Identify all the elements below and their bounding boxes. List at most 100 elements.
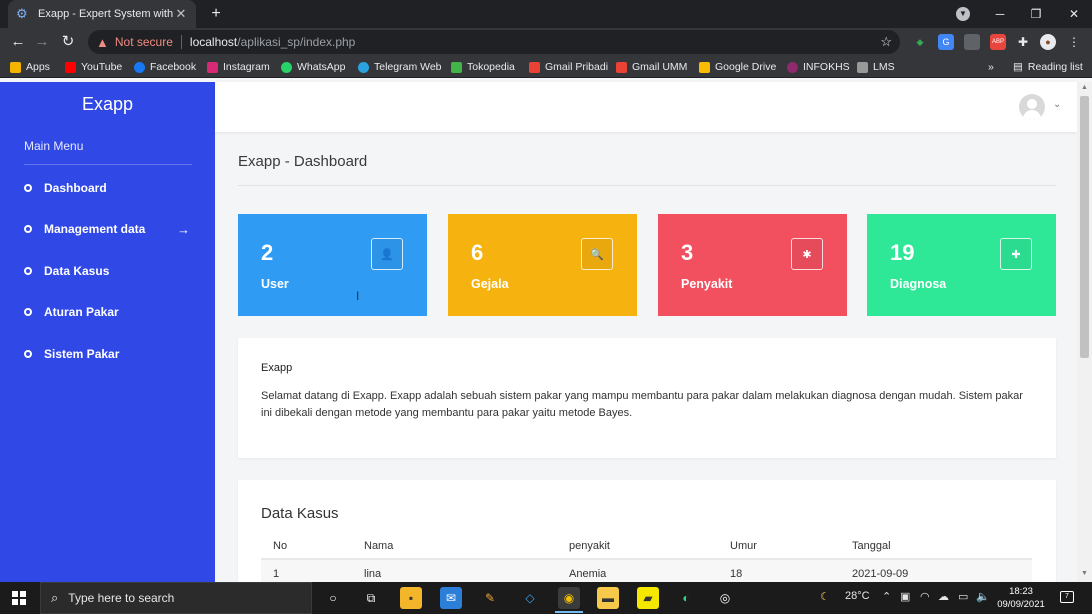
intro-title: Exapp (261, 362, 293, 374)
reload-icon[interactable]: ↻ (58, 32, 78, 52)
tab-close-icon[interactable]: ✕ (174, 6, 188, 22)
sidebar-item-dashboard[interactable]: Dashboard (24, 178, 192, 198)
medical-kit-icon[interactable]: ✚ (1000, 238, 1032, 270)
weather-moon-icon[interactable]: ☾ (820, 590, 830, 603)
cortana-icon[interactable]: ○ (322, 587, 344, 609)
sidebar-item-management-data[interactable]: Management data → (24, 219, 192, 239)
bookmark-google-drive[interactable]: Google Drive (699, 60, 776, 74)
scroll-down-arrow-icon[interactable]: ▼ (1077, 570, 1092, 577)
virus-icon[interactable]: ✱ (791, 238, 823, 270)
extensions-icon[interactable]: ✚ (1015, 34, 1031, 50)
column-header-umur: Umur (718, 533, 840, 560)
brand-logo[interactable]: Exapp (0, 94, 215, 115)
stat-card-diagnosa[interactable]: 19 Diagnosa ✚ (867, 214, 1056, 316)
stat-count: 19 (890, 240, 915, 265)
column-header-tanggal: Tanggal (840, 533, 1032, 560)
cell-no: 1 (261, 559, 352, 582)
reading-list-button[interactable]: ▤ Reading list (1013, 60, 1083, 74)
mail-icon[interactable]: ✉ (440, 587, 462, 609)
scroll-thumb[interactable] (1080, 96, 1089, 358)
not-secure-label[interactable]: Not secure (115, 35, 173, 49)
windows-start-icon[interactable] (12, 591, 26, 605)
bookmark-apps[interactable]: Apps (10, 60, 50, 74)
vscode-icon[interactable]: ◇ (519, 587, 541, 609)
profile-avatar-icon[interactable]: ● (1040, 34, 1056, 50)
bookmark-gmail-umm[interactable]: Gmail UMM (616, 60, 687, 74)
bookmark-star-icon[interactable]: ☆ (880, 34, 892, 50)
sidebar-item-label: Sistem Pakar (44, 347, 120, 361)
puzzle-gray-extension-icon[interactable] (964, 34, 980, 50)
back-arrow-icon[interactable]: ← (8, 32, 28, 52)
edge-icon[interactable]: ◐ (675, 587, 697, 609)
cloud-tray-icon[interactable]: ☁ (938, 590, 949, 603)
taskbar-search-input[interactable]: ⌕ Type here to search (40, 582, 312, 614)
file-explorer-icon[interactable]: ▬ (597, 587, 619, 609)
chrome-icon[interactable]: ◉ (558, 587, 580, 609)
bookmark-facebook[interactable]: Facebook (134, 60, 196, 74)
taskbar-clock[interactable]: 18:23 09/09/2021 (996, 585, 1046, 611)
tab-search-icon[interactable]: ▼ (956, 7, 970, 21)
page-scrollbar[interactable]: ▲ ▼ (1077, 82, 1092, 582)
new-tab-button[interactable]: + (206, 4, 226, 24)
google-drive-icon (699, 61, 710, 73)
bookmark-telegram[interactable]: Telegram Web (358, 60, 442, 74)
restore-button[interactable]: ❐ (1018, 0, 1054, 28)
stat-card-user[interactable]: 2 User 👤 (238, 214, 427, 316)
camera-tray-icon[interactable]: ▣ (900, 590, 910, 603)
translate-extension-icon[interactable]: G (938, 34, 954, 50)
bookmarks-overflow-icon[interactable]: » (988, 60, 994, 74)
scroll-up-arrow-icon[interactable]: ▲ (1077, 84, 1092, 91)
user-icon[interactable]: 👤 (371, 238, 403, 270)
sidebar-item-label: Aturan Pakar (44, 305, 119, 319)
notification-center-icon[interactable]: 7 (1060, 591, 1074, 603)
pencil-app-icon[interactable]: ✎ (479, 587, 501, 609)
bookmark-tokopedia[interactable]: Tokopedia (451, 60, 515, 74)
bookmark-gmail-pribadi[interactable]: Gmail Pribadi (529, 60, 608, 74)
bookmark-infokhs[interactable]: INFOKHS (787, 60, 850, 74)
address-bar[interactable]: ▲ Not secure localhost/aplikasi_sp/index… (88, 30, 900, 54)
column-header-no: No (261, 533, 352, 560)
sidebar-item-aturan-pakar[interactable]: Aturan Pakar (24, 302, 192, 322)
user-avatar[interactable] (1019, 94, 1045, 120)
circle-bullet-icon (24, 225, 32, 233)
network-tray-icon[interactable]: ◠ (920, 590, 930, 603)
sidebar-item-label: Dashboard (44, 181, 107, 195)
clock-date: 09/09/2021 (997, 599, 1045, 610)
user-search-icon[interactable]: 🔍 (581, 238, 613, 270)
browser-menu-icon[interactable]: ⋮ (1066, 34, 1082, 50)
battery-tray-icon[interactable]: ▭ (958, 590, 968, 603)
task-view-icon[interactable]: ⧉ (360, 587, 382, 609)
circle-bullet-icon (24, 308, 32, 316)
stat-card-penyakit[interactable]: 3 Penyakit ✱ (658, 214, 847, 316)
obs-icon[interactable]: ◎ (714, 587, 736, 609)
tray-chevron-up-icon[interactable]: ⌃ (882, 590, 891, 603)
cell-nama: lina (352, 559, 557, 582)
volume-tray-icon[interactable]: 🔈 (976, 590, 990, 603)
circle-bullet-icon (24, 350, 32, 358)
stat-card-gejala[interactable]: 6 Gejala 🔍 (448, 214, 637, 316)
sidebar-item-data-kasus[interactable]: Data Kasus (24, 261, 192, 281)
minimize-button[interactable]: ─ (982, 0, 1018, 28)
browser-tab[interactable]: ⚙ Exapp - Expert System with Bayes ✕ (8, 0, 196, 28)
sticky-notes-icon[interactable]: ▰ (637, 587, 659, 609)
sidebar-item-sistem-pakar[interactable]: Sistem Pakar (24, 344, 192, 364)
bookmark-lms[interactable]: LMS (857, 60, 895, 74)
store-icon[interactable]: ▪ (400, 587, 422, 609)
bookmark-instagram[interactable]: Instagram (207, 60, 270, 74)
intro-text: Selamat datang di Exapp. Exapp adalah se… (261, 390, 1023, 419)
green-extension-icon[interactable]: ◆ (912, 34, 928, 50)
menu-divider (24, 164, 192, 165)
bookmark-youtube[interactable]: YouTube (65, 60, 122, 74)
chevron-down-icon[interactable]: ⌄ (1053, 99, 1061, 110)
adblock-extension-icon[interactable]: ABP (990, 34, 1006, 50)
address-divider (180, 35, 182, 49)
close-window-button[interactable]: ✕ (1056, 0, 1092, 28)
bookmarks-bar: Apps YouTube Facebook Instagram WhatsApp… (0, 56, 1092, 78)
forward-arrow-icon[interactable]: → (32, 32, 52, 52)
weather-temperature[interactable]: 28°C (845, 590, 870, 602)
gmail-icon (616, 61, 627, 73)
bookmark-whatsapp[interactable]: WhatsApp (281, 60, 345, 74)
whatsapp-icon (281, 61, 292, 73)
stat-count: 3 (681, 240, 694, 265)
url-host: localhost (189, 35, 238, 49)
